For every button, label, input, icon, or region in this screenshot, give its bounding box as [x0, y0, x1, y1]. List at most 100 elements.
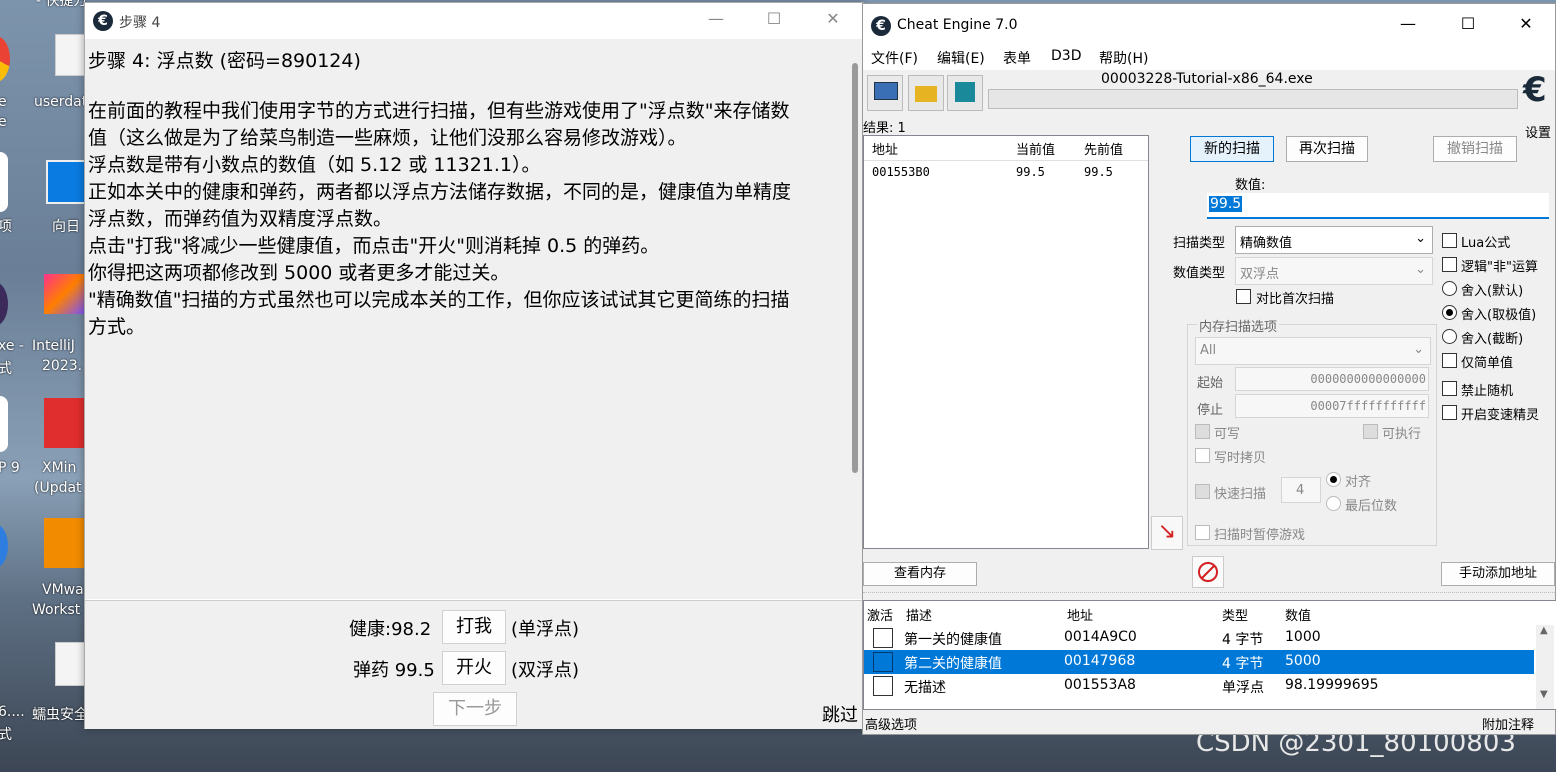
copy-on-write-checkbox[interactable] — [1195, 448, 1210, 463]
maximize-icon[interactable]: ☐ — [759, 9, 789, 28]
column-header-value[interactable]: 数值 — [1285, 605, 1311, 624]
close-icon[interactable]: ✕ — [1511, 14, 1541, 33]
file-icon[interactable] — [55, 642, 87, 686]
close-icon[interactable]: ✕ — [818, 9, 848, 28]
last-digits-label: 最后位数 — [1345, 499, 1398, 514]
vmware-app-icon[interactable] — [44, 518, 84, 568]
instruction-line: 浮点数，而弹药值为双精度浮点数。 — [88, 208, 393, 230]
cheat-engine-logo-icon[interactable]: € — [1523, 70, 1553, 118]
address-table[interactable]: 激活 描述 地址 类型 数值 第一关的健康值 0014A9C0 4 字节 100… — [863, 600, 1556, 710]
round-truncate-radio[interactable] — [1442, 329, 1457, 344]
chrome-app-icon[interactable] — [0, 36, 10, 82]
scan-type-select[interactable]: 精确数值 ⌄ — [1235, 226, 1433, 254]
health-type-label: (单浮点) — [511, 619, 580, 640]
last-digits-radio[interactable] — [1326, 496, 1341, 511]
round-default-label: 舍入(默认) — [1461, 284, 1524, 299]
fire-button[interactable]: 开火 — [442, 651, 506, 685]
result-address[interactable]: 001553B0 — [872, 165, 930, 179]
file-icon[interactable] — [55, 34, 87, 76]
speedhack-checkbox[interactable] — [1442, 405, 1457, 420]
compare-first-checkbox[interactable] — [1236, 289, 1251, 304]
column-header-address[interactable]: 地址 — [1067, 605, 1093, 624]
align-radio[interactable] — [1326, 472, 1341, 487]
minimize-icon[interactable]: — — [701, 9, 731, 28]
settings-link[interactable]: 设置 — [1525, 122, 1551, 141]
value-type-select[interactable]: 双浮点 ⌄ — [1235, 257, 1433, 285]
round-default-radio[interactable] — [1442, 281, 1457, 296]
scroll-up-icon[interactable]: ▲ — [1540, 625, 1548, 636]
maximize-icon[interactable]: ☐ — [1453, 14, 1483, 33]
results-list[interactable]: 地址 当前值 先前值 001553B0 99.5 99.5 — [863, 135, 1149, 549]
menu-edit[interactable]: 编辑(E) — [937, 48, 985, 68]
not-operation-checkbox[interactable] — [1442, 257, 1457, 272]
lua-formula-checkbox[interactable] — [1442, 233, 1457, 248]
table-row[interactable]: 无描述 001553A8 单浮点 98.19999695 — [864, 674, 1534, 698]
result-current[interactable]: 99.5 — [1016, 165, 1045, 179]
hit-button[interactable]: 打我 — [442, 610, 506, 644]
row-address: 00147968 — [1064, 653, 1136, 669]
instruction-line: 在前面的教程中我们使用字节的方式进行扫描，但有些游戏使用了"浮点数"来存储数 — [88, 100, 790, 122]
next-scan-button[interactable]: 再次扫描 — [1286, 136, 1368, 162]
active-checkbox[interactable] — [873, 628, 893, 648]
tutorial-titlebar[interactable]: € 步骤 4 — ☐ ✕ — [85, 3, 863, 39]
scrollbar-thumb[interactable] — [852, 63, 858, 473]
column-header-previous[interactable]: 先前值 — [1084, 139, 1123, 158]
pause-game-checkbox[interactable] — [1195, 525, 1210, 540]
add-address-manually-button[interactable]: 手动添加地址 — [1441, 562, 1555, 586]
app-icon[interactable] — [0, 282, 8, 326]
active-checkbox[interactable] — [873, 676, 893, 696]
table-row[interactable]: 第一关的健康值 0014A9C0 4 字节 1000 — [864, 626, 1534, 650]
app-icon[interactable] — [0, 396, 8, 452]
menu-file[interactable]: 文件(F) — [871, 48, 918, 68]
column-header-address[interactable]: 地址 — [872, 139, 898, 158]
chevron-down-icon: ⌄ — [1415, 231, 1426, 246]
scroll-down-icon[interactable]: ▼ — [1540, 689, 1548, 700]
menu-help[interactable]: 帮助(H) — [1099, 48, 1148, 68]
fast-scan-checkbox[interactable] — [1195, 484, 1210, 499]
menu-table[interactable]: 表单 — [1003, 48, 1031, 68]
value-input[interactable]: 99.5 — [1207, 193, 1549, 219]
column-header-current[interactable]: 当前值 — [1016, 139, 1055, 158]
minimize-icon[interactable]: — — [1393, 14, 1423, 33]
menu-d3d[interactable]: D3D — [1051, 48, 1081, 64]
open-process-icon[interactable] — [867, 75, 903, 111]
splitter[interactable] — [863, 592, 1555, 599]
save-icon[interactable] — [947, 75, 983, 111]
table-comments-link[interactable]: 附加注释 — [1482, 714, 1534, 733]
open-file-icon[interactable] — [908, 75, 944, 111]
writable-checkbox[interactable] — [1195, 424, 1210, 439]
fast-scan-input[interactable]: 4 — [1281, 477, 1321, 503]
app-icon[interactable] — [0, 524, 8, 568]
undo-scan-button[interactable]: 撤销扫描 — [1433, 136, 1517, 162]
memory-region-select[interactable]: All ⌄ — [1195, 337, 1431, 365]
executable-checkbox[interactable] — [1363, 424, 1378, 439]
skip-link[interactable]: 跳过 — [822, 701, 858, 727]
vertical-scrollbar[interactable] — [847, 39, 863, 599]
intellij-app-icon[interactable] — [44, 274, 84, 314]
view-memory-button[interactable]: 查看内存 — [863, 562, 977, 586]
row-address: 001553A8 — [1064, 677, 1136, 693]
advanced-options-link[interactable]: 高级选项 — [865, 714, 917, 733]
column-header-type[interactable]: 类型 — [1222, 605, 1248, 624]
speedhack-label: 开启变速精灵 — [1461, 408, 1540, 423]
app-icon[interactable] — [0, 152, 8, 212]
active-checkbox[interactable] — [873, 652, 893, 672]
new-scan-button[interactable]: 新的扫描 — [1190, 136, 1274, 162]
next-step-button[interactable]: 下一步 — [433, 692, 517, 726]
column-header-active[interactable]: 激活 — [867, 605, 893, 624]
ce-titlebar[interactable]: € Cheat Engine 7.0 — ☐ ✕ — [863, 4, 1555, 44]
stop-address-field[interactable]: 00007fffffffffff — [1235, 394, 1429, 418]
desktop-label: userdat — [34, 94, 88, 110]
simple-values-checkbox[interactable] — [1442, 353, 1457, 368]
result-previous[interactable]: 99.5 — [1084, 165, 1113, 179]
column-header-description[interactable]: 描述 — [906, 605, 932, 624]
round-extreme-radio[interactable] — [1442, 305, 1457, 320]
instruction-line: 值（这么做是为了给菜鸟制造一些麻烦，让他们没那么容易修改游戏）。 — [88, 127, 687, 149]
no-random-checkbox[interactable] — [1442, 381, 1457, 396]
table-scrollbar[interactable]: ▲ ▼ — [1536, 625, 1554, 709]
table-row-selected[interactable]: 第二关的健康值 00147968 4 字节 5000 — [864, 650, 1534, 674]
stop-scan-icon[interactable] — [1192, 556, 1224, 588]
xmind-app-icon[interactable] — [44, 398, 84, 448]
start-address-field[interactable]: 0000000000000000 — [1235, 367, 1429, 391]
add-to-list-arrow-icon[interactable]: ↘ — [1151, 516, 1183, 550]
